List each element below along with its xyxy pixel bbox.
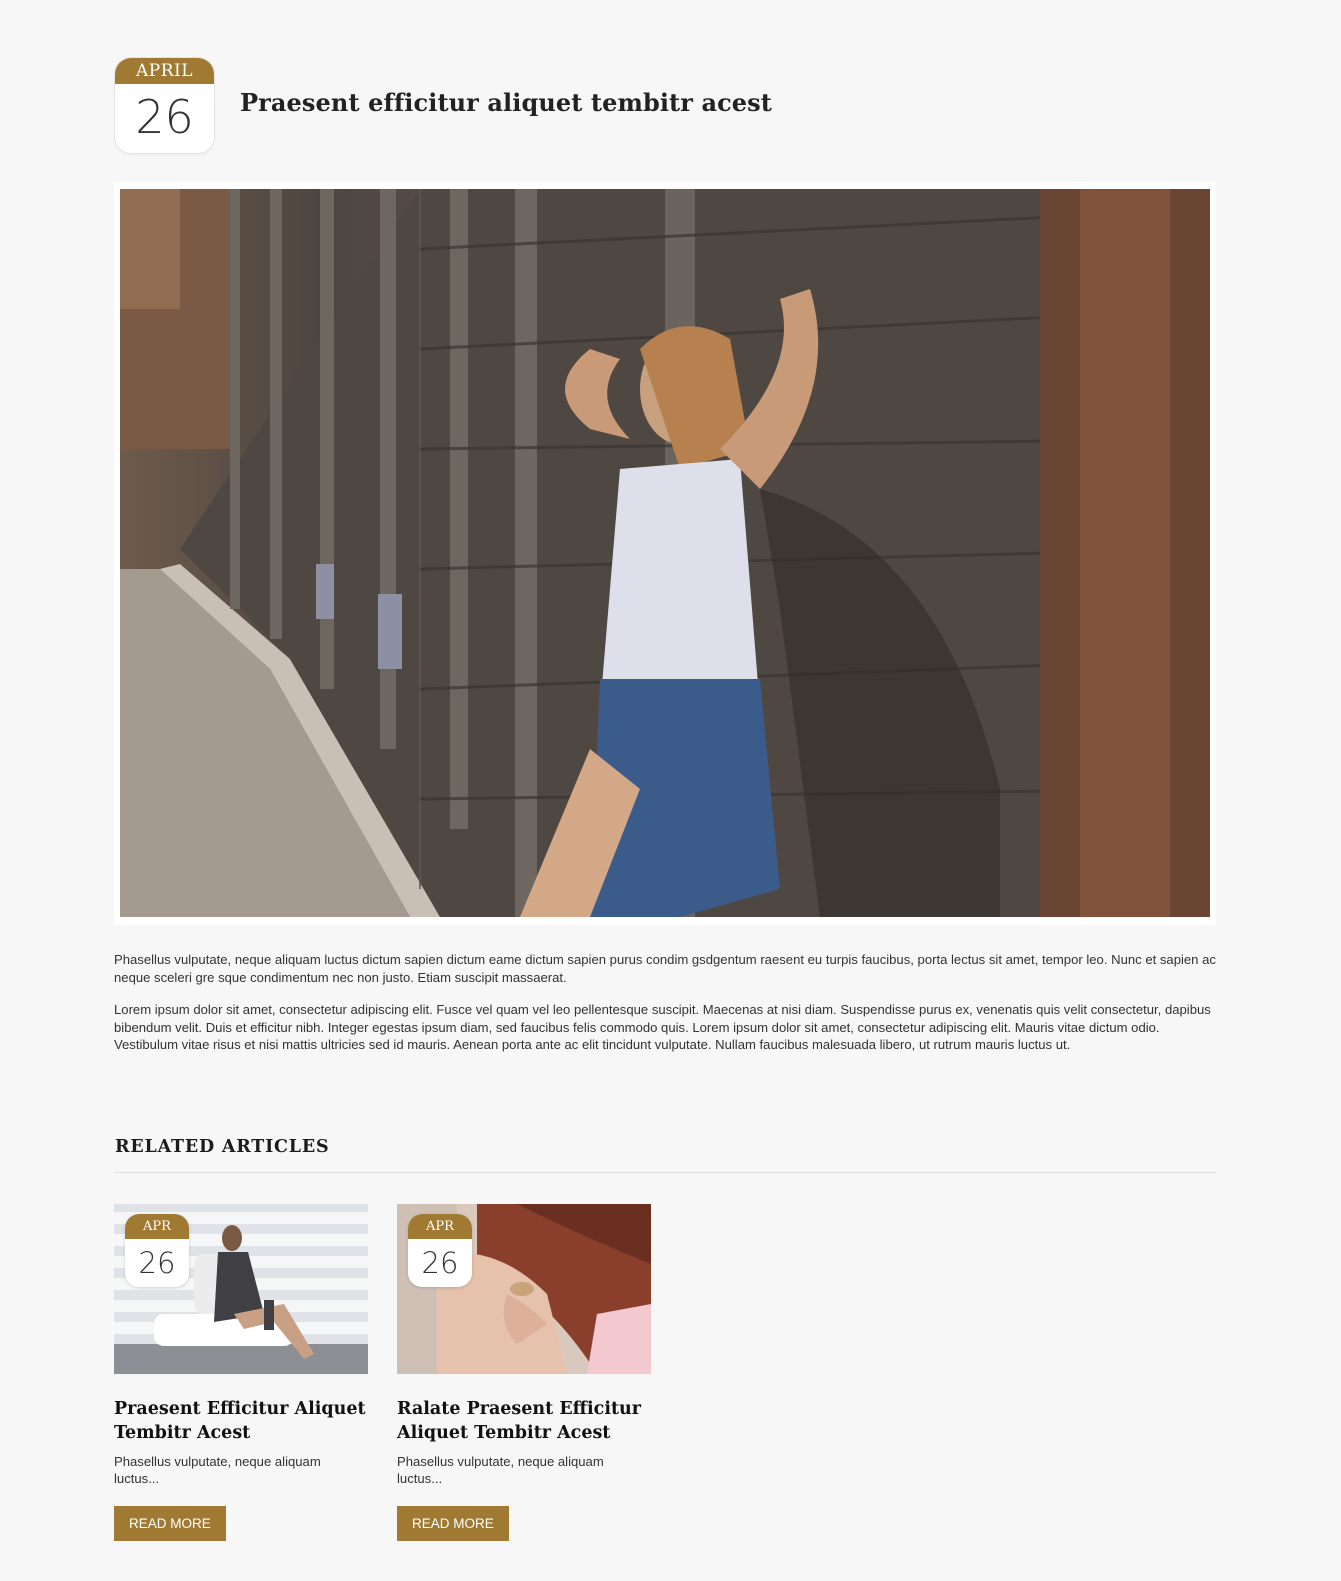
post-paragraph: Lorem ipsum dolor sit amet, consectetur …	[114, 1002, 1211, 1052]
post-title: Praesent efficitur aliquet tembitr acest	[240, 88, 772, 117]
post-date-day: 26	[135, 90, 194, 144]
post-paragraph: Phasellus vulputate, neque aliquam luctu…	[114, 952, 1216, 985]
related-article-title[interactable]: Praesent Efficitur Aliquet Tembitr Acest	[114, 1397, 368, 1445]
related-date-month: APR	[125, 1214, 189, 1239]
related-article-card: APR 26 Praesent Efficitur Aliquet Tembit…	[114, 1204, 368, 1541]
post-date-month: APRIL	[115, 58, 214, 84]
read-more-button[interactable]: READ MORE	[397, 1506, 509, 1541]
related-article-title[interactable]: Ralate Praesent Efficitur Aliquet Tembit…	[397, 1397, 651, 1445]
related-article-card: APR 26 Ralate Praesent Efficitur Aliquet…	[397, 1204, 651, 1541]
post-date-badge: APRIL 26	[115, 58, 214, 153]
related-article-image[interactable]: APR 26	[114, 1204, 368, 1374]
hero-image	[120, 189, 1210, 917]
related-article-image[interactable]: APR 26	[397, 1204, 651, 1374]
related-article-excerpt: Phasellus vulputate, neque aliquam luctu…	[397, 1454, 604, 1486]
related-divider	[114, 1172, 1216, 1173]
related-date-day: 26	[421, 1246, 459, 1280]
post-body: Phasellus vulputate, neque aliquam luctu…	[114, 951, 1216, 1054]
related-date-day: 26	[138, 1246, 176, 1280]
related-article-excerpt: Phasellus vulputate, neque aliquam luctu…	[114, 1454, 321, 1486]
related-date-badge: APR 26	[125, 1214, 189, 1287]
related-date-badge: APR 26	[408, 1214, 472, 1287]
related-date-month: APR	[408, 1214, 472, 1239]
blog-post-page: APRIL 26 Praesent efficitur aliquet temb…	[0, 0, 1341, 1581]
read-more-button[interactable]: READ MORE	[114, 1506, 226, 1541]
hero-photo-illustration	[120, 189, 1210, 917]
related-articles-heading: RELATED ARTICLES	[115, 1137, 330, 1157]
hero-image-frame	[114, 182, 1216, 925]
